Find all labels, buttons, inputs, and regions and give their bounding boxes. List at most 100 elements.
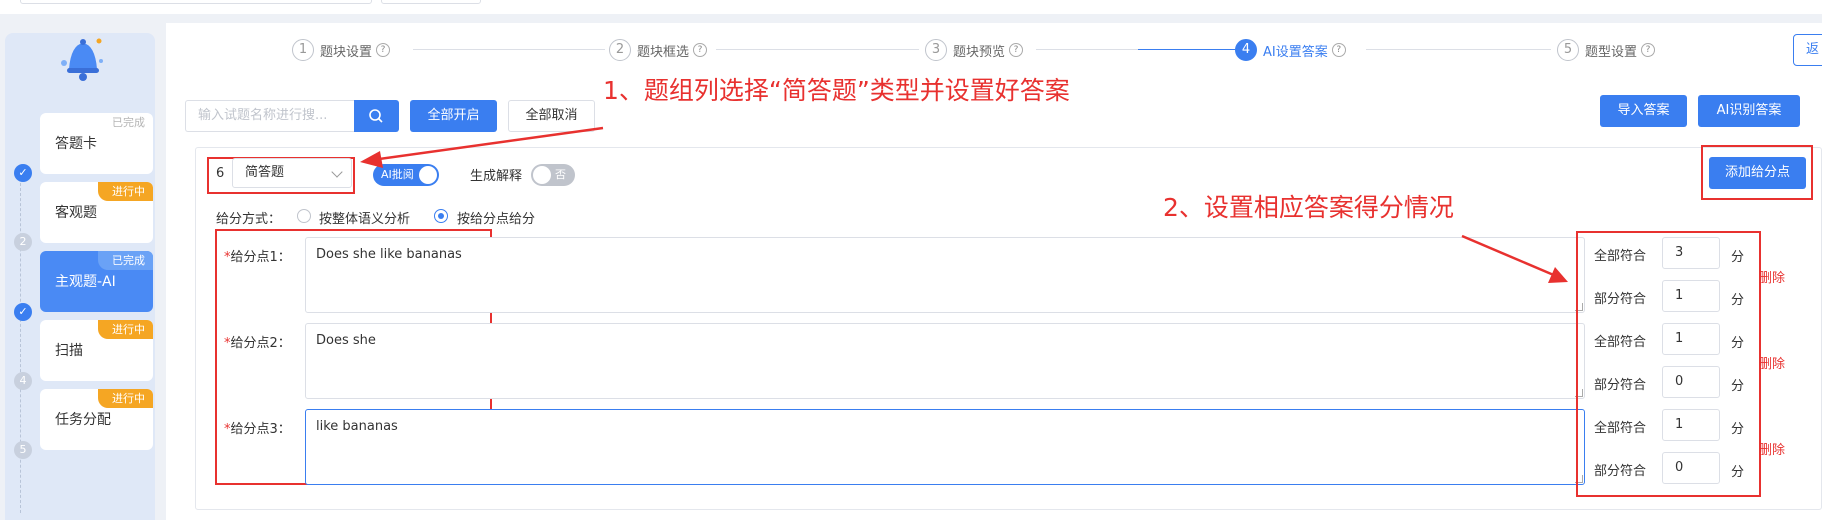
step-number: 4	[14, 372, 32, 390]
stepper-connector-active	[1138, 49, 1235, 50]
scoring-mode-label: 给分方式：	[216, 212, 282, 227]
step-number: 4	[1235, 39, 1257, 61]
full-score-input-3[interactable]: 1	[1662, 409, 1720, 441]
answer-textarea-3[interactable]: like bananas	[305, 409, 1585, 485]
top-select[interactable]	[381, 0, 481, 4]
step-label: 题块设置	[320, 44, 373, 60]
explain-label: 生成解释	[470, 169, 523, 184]
point-label-2: *给分点2：	[224, 336, 291, 351]
status-badge: 进行中	[98, 320, 153, 339]
toggle-label: 否	[555, 168, 566, 181]
search-icon	[369, 109, 383, 123]
delete-link-3[interactable]: 删除	[1759, 439, 1785, 458]
status-badge: 已完成	[98, 251, 153, 270]
sidebar-item-objective[interactable]: 进行中 客观题	[40, 182, 153, 243]
annotation-note-2: 2、设置相应答案得分情况	[1163, 193, 1454, 222]
unit-label: 分	[1731, 336, 1745, 351]
step-label: 题块预览	[953, 44, 1006, 60]
ai-review-toggle[interactable]: AI批阅	[373, 164, 439, 186]
step-check-icon: ✓	[14, 164, 32, 182]
stepper-step-1[interactable]: 1 题块设置 ?	[292, 38, 391, 62]
unit-label: 分	[1731, 422, 1745, 437]
answer-textarea-2[interactable]: Does she	[305, 323, 1585, 399]
sidebar-item-label: 扫描	[55, 343, 83, 359]
unit-label: 分	[1731, 293, 1745, 308]
bell-icon	[61, 38, 103, 81]
annotation-note-1: 1、题组列选择“简答题”类型并设置好答案	[603, 76, 1070, 105]
partial-match-label: 部分符合	[1594, 378, 1647, 393]
step-number: 2	[609, 39, 631, 61]
unit-label: 分	[1731, 465, 1745, 480]
step-label: 题型设置	[1585, 44, 1638, 60]
stepper-step-4[interactable]: 4 AI设置答案 ?	[1235, 38, 1346, 62]
radio-whole-semantic[interactable]	[297, 209, 311, 223]
toggle-label: AI批阅	[381, 168, 414, 181]
return-button[interactable]: 返	[1793, 34, 1822, 66]
partial-score-input-2[interactable]: 0	[1662, 366, 1720, 398]
question-type-select[interactable]: 简答题	[232, 158, 352, 188]
toggle-knob	[419, 166, 437, 184]
partial-match-label: 部分符合	[1594, 292, 1647, 307]
full-match-label: 全部符合	[1594, 335, 1647, 350]
answer-text: Does she	[316, 333, 376, 348]
step-label: 题块框选	[637, 44, 690, 60]
sidebar-item-subjective-ai[interactable]: 已完成 主观题-AI	[40, 251, 153, 312]
step-number: 5	[14, 441, 32, 459]
help-icon[interactable]: ?	[1641, 43, 1656, 57]
stepper-step-5[interactable]: 5 题型设置 ?	[1557, 38, 1656, 62]
full-match-label: 全部符合	[1594, 421, 1647, 436]
answer-text: like bananas	[316, 419, 398, 434]
full-match-label: 全部符合	[1594, 249, 1647, 264]
sidebar-item-label: 客观题	[55, 205, 97, 221]
search-input[interactable]: 输入试题名称进行搜...	[185, 100, 354, 132]
search-button[interactable]	[354, 100, 399, 132]
sidebar-item-label: 答题卡	[55, 136, 97, 152]
full-score-input-2[interactable]: 1	[1662, 323, 1720, 355]
status-badge: 进行中	[98, 389, 153, 408]
answer-textarea-1[interactable]: Does she like bananas	[305, 237, 1585, 313]
delete-link-1[interactable]: 删除	[1759, 267, 1785, 286]
partial-score-input-1[interactable]: 1	[1662, 280, 1720, 312]
help-icon[interactable]: ?	[376, 43, 391, 57]
import-answer-button[interactable]: 导入答案	[1600, 95, 1687, 127]
step-number: 5	[1557, 39, 1579, 61]
stepper-step-2[interactable]: 2 题块框选 ?	[609, 38, 708, 62]
step-number: 2	[14, 233, 32, 251]
add-point-button[interactable]: 添加给分点	[1709, 157, 1806, 189]
delete-link-2[interactable]: 删除	[1759, 353, 1785, 372]
help-icon[interactable]: ?	[1331, 43, 1346, 57]
step-number: 1	[292, 39, 314, 61]
sidebar-item-scan[interactable]: 进行中 扫描	[40, 320, 153, 381]
top-strip	[0, 0, 1822, 14]
radio-whole-label: 按整体语义分析	[319, 212, 411, 227]
unit-label: 分	[1731, 250, 1745, 265]
explain-toggle[interactable]: 否	[531, 164, 575, 186]
step-number: 3	[925, 39, 947, 61]
open-all-button[interactable]: 全部开启	[410, 100, 497, 132]
sidebar-item-task-assign[interactable]: 进行中 任务分配	[40, 389, 153, 450]
point-label-1: *给分点1：	[224, 250, 291, 265]
ai-recognize-button[interactable]: AI识别答案	[1698, 95, 1800, 127]
toggle-knob	[533, 166, 551, 184]
radio-points-label: 按给分点给分	[457, 212, 536, 227]
partial-score-input-3[interactable]: 0	[1662, 452, 1720, 484]
top-input[interactable]	[20, 0, 372, 4]
full-score-input-1[interactable]: 3	[1662, 237, 1720, 269]
help-icon[interactable]: ?	[693, 43, 708, 57]
sidebar-item-label: 主观题-AI	[55, 274, 116, 290]
group-number: 6	[216, 166, 225, 181]
question-type-value: 简答题	[245, 165, 285, 180]
stepper-step-3[interactable]: 3 题块预览 ?	[925, 38, 1024, 62]
unit-label: 分	[1731, 379, 1745, 394]
stepper-connector	[716, 49, 919, 50]
sidebar-item-label: 任务分配	[55, 412, 111, 428]
sidebar: 阅卷流程 ✓ 已完成 答题卡 2 进行中 客观题 ✓ 已完成 主观题-AI 4 …	[5, 33, 155, 520]
radio-by-points[interactable]	[434, 209, 448, 223]
help-icon[interactable]: ?	[1009, 43, 1024, 57]
cancel-all-button[interactable]: 全部取消	[508, 100, 595, 132]
step-check-icon: ✓	[14, 303, 32, 321]
status-badge: 进行中	[98, 182, 153, 201]
answer-text: Does she like bananas	[316, 247, 462, 262]
step-label: AI设置答案	[1263, 44, 1328, 60]
sidebar-item-answer-card[interactable]: 已完成 答题卡	[40, 113, 153, 174]
